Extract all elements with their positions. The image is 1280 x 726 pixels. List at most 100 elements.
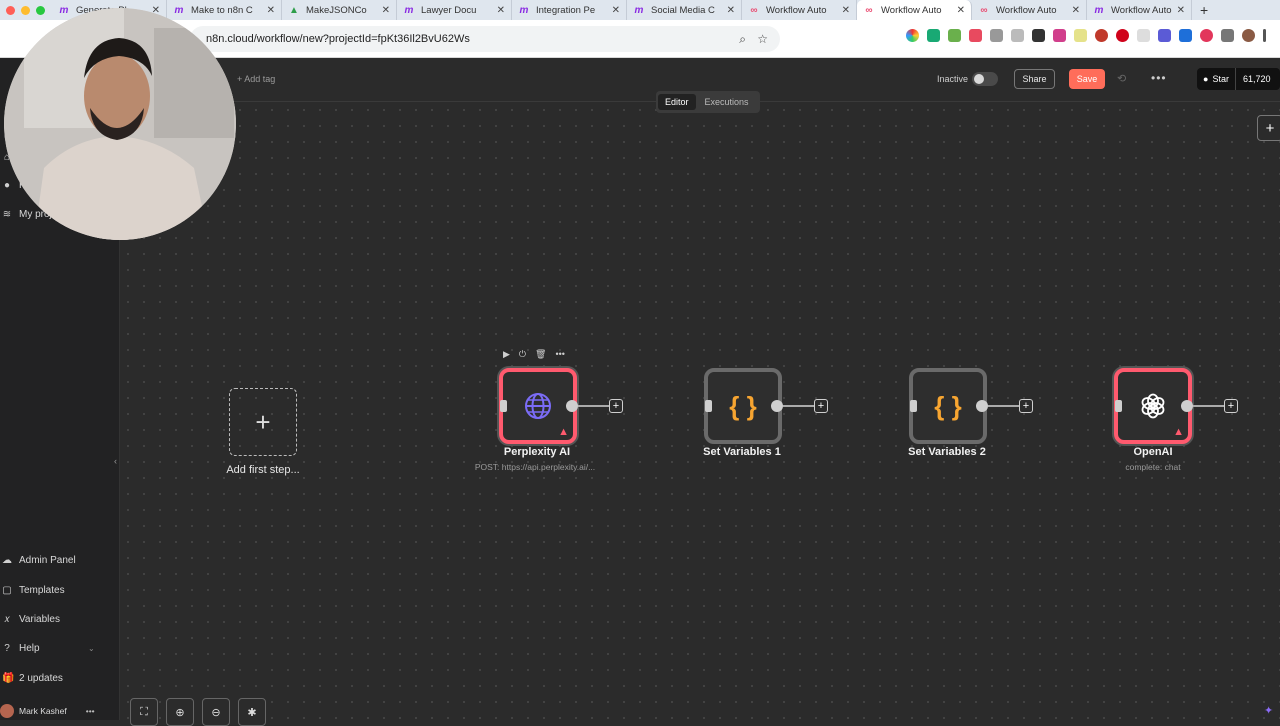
execute-node-icon[interactable]: ▶ <box>503 349 510 360</box>
box-icon: ▢ <box>2 585 12 596</box>
menu-kebab-icon[interactable] <box>1263 29 1266 42</box>
user-icon: ● <box>3 180 11 191</box>
sidebar-item-templates[interactable]: ▢ Templates <box>0 585 64 596</box>
add-first-step-button[interactable]: + <box>229 388 297 456</box>
add-tag-button[interactable]: + Add tag <box>237 74 275 84</box>
browser-tab[interactable]: ∞ Workflow Auto ✕ <box>742 0 857 20</box>
active-toggle[interactable] <box>972 72 998 86</box>
collapse-sidebar-icon[interactable]: ‹ <box>114 456 117 466</box>
input-handle[interactable] <box>1115 400 1122 412</box>
tab-close-icon[interactable]: ✕ <box>612 5 620 16</box>
output-handle[interactable] <box>566 400 578 412</box>
output-handle[interactable] <box>1181 400 1193 412</box>
tab-close-icon[interactable]: ✕ <box>957 5 965 16</box>
maximize-window-button[interactable] <box>36 5 45 15</box>
input-handle[interactable] <box>705 400 712 412</box>
minimize-window-button[interactable] <box>21 5 30 15</box>
delete-icon[interactable]: 🗑 <box>535 349 546 360</box>
save-button[interactable]: Save <box>1069 69 1105 89</box>
extension-icon[interactable] <box>990 29 1003 42</box>
browser-tab[interactable]: m Social Media C ✕ <box>627 0 742 20</box>
zoom-in-icon[interactable]: ⊕ <box>166 698 194 726</box>
extension-icon[interactable] <box>927 29 940 42</box>
github-icon: ● <box>1203 74 1209 84</box>
input-handle[interactable] <box>500 400 507 412</box>
add-next-node-button[interactable]: + <box>814 399 828 413</box>
extension-icon[interactable] <box>969 29 982 42</box>
make-icon: m <box>404 4 414 16</box>
tab-close-icon[interactable]: ✕ <box>382 5 390 16</box>
browser-tab[interactable]: m Make to n8n C ✕ <box>167 0 282 20</box>
tab-editor[interactable]: Editor <box>658 94 696 110</box>
extension-icon[interactable] <box>1032 29 1045 42</box>
sidebar-item-help[interactable]: ? Help ⌄ <box>0 643 94 654</box>
browser-tab-active[interactable]: ∞ Workflow Auto ✕ <box>857 0 972 20</box>
node-more-icon[interactable]: ••• <box>555 349 564 360</box>
add-next-node-button[interactable]: + <box>1019 399 1033 413</box>
output-handle[interactable] <box>976 400 988 412</box>
debug-icon[interactable]: ✱ <box>238 698 266 726</box>
user-menu[interactable]: Mark Kashef ••• <box>0 704 120 718</box>
tab-close-icon[interactable]: ✕ <box>727 5 735 16</box>
node-toolbar: ▶ ⏻ 🗑 ••• <box>503 349 565 360</box>
tab-close-icon[interactable]: ✕ <box>1072 5 1080 16</box>
fit-view-icon[interactable]: ⛶ <box>130 698 158 726</box>
browser-tab[interactable]: ▲ MakeJSONCo ✕ <box>282 0 397 20</box>
plus-icon: + <box>255 406 271 437</box>
tab-close-icon[interactable]: ✕ <box>497 5 505 16</box>
history-icon[interactable]: ⟲ <box>1117 72 1126 85</box>
extension-icon[interactable] <box>1074 29 1087 42</box>
add-next-node-button[interactable]: + <box>609 399 623 413</box>
webcam-overlay <box>4 8 236 240</box>
add-next-node-button[interactable]: + <box>1224 399 1238 413</box>
tab-close-icon[interactable]: ✕ <box>1177 5 1185 16</box>
more-options-icon[interactable]: ••• <box>1151 71 1167 85</box>
extension-icon[interactable] <box>906 29 919 42</box>
extension-icon[interactable] <box>948 29 961 42</box>
share-button[interactable]: Share <box>1014 69 1055 89</box>
node-label: Set Variables 1 <box>703 446 781 458</box>
output-handle[interactable] <box>771 400 783 412</box>
sidebar-item-variables[interactable]: 𝑥 Variables <box>0 614 60 625</box>
ai-assistant-icon[interactable]: ✦ <box>1264 704 1273 717</box>
canvas-controls: ⛶ ⊕ ⊖ ✱ <box>130 698 266 726</box>
make-icon: m <box>1094 4 1104 16</box>
tab-close-icon[interactable]: ✕ <box>267 5 275 16</box>
input-handle[interactable] <box>910 400 917 412</box>
connector-line <box>783 405 815 407</box>
browser-tab[interactable]: m Integration Pe ✕ <box>512 0 627 20</box>
make-icon: m <box>59 4 69 16</box>
connector-line <box>1193 405 1225 407</box>
sidebar-item-admin-panel[interactable]: ☁ Admin Panel <box>0 555 76 566</box>
sidebar-item-updates[interactable]: 🎁 2 updates <box>0 673 63 684</box>
browser-tab[interactable]: m Lawyer Docu ✕ <box>397 0 512 20</box>
power-icon[interactable]: ⏻ <box>519 349 526 360</box>
extension-icon[interactable] <box>1011 29 1024 42</box>
connector-line <box>578 405 610 407</box>
close-window-button[interactable] <box>6 5 15 15</box>
connector-line <box>988 405 1020 407</box>
new-tab-button[interactable]: + <box>1200 2 1208 18</box>
search-icon[interactable]: ⌕ <box>739 32 746 47</box>
extension-icon[interactable] <box>1053 29 1066 42</box>
extension-icon[interactable] <box>1095 29 1108 42</box>
address-bar[interactable]: n8n.cloud/workflow/new?projectId=fpKt36I… <box>190 26 780 52</box>
extension-icon[interactable] <box>1137 29 1150 42</box>
extension-icon[interactable] <box>1200 29 1213 42</box>
profile-avatar[interactable] <box>1242 29 1255 42</box>
menu-dots-icon[interactable]: ••• <box>86 706 95 716</box>
zoom-out-icon[interactable]: ⊖ <box>202 698 230 726</box>
puzzle-icon[interactable] <box>1221 29 1234 42</box>
extension-icon[interactable] <box>1158 29 1171 42</box>
github-star-button[interactable]: ● Star 61,720 <box>1197 68 1280 90</box>
browser-tab[interactable]: m Workflow Auto ✕ <box>1087 0 1192 20</box>
make-icon: m <box>174 4 184 16</box>
extension-icon[interactable] <box>1179 29 1192 42</box>
layers-icon: ≋ <box>2 209 12 220</box>
browser-tab[interactable]: ∞ Workflow Auto ✕ <box>972 0 1087 20</box>
tab-executions[interactable]: Executions <box>698 94 756 110</box>
extension-icon[interactable] <box>1116 29 1129 42</box>
tab-close-icon[interactable]: ✕ <box>842 5 850 16</box>
add-node-button[interactable]: + <box>1257 115 1280 141</box>
bookmark-star-icon[interactable]: ☆ <box>757 32 768 46</box>
